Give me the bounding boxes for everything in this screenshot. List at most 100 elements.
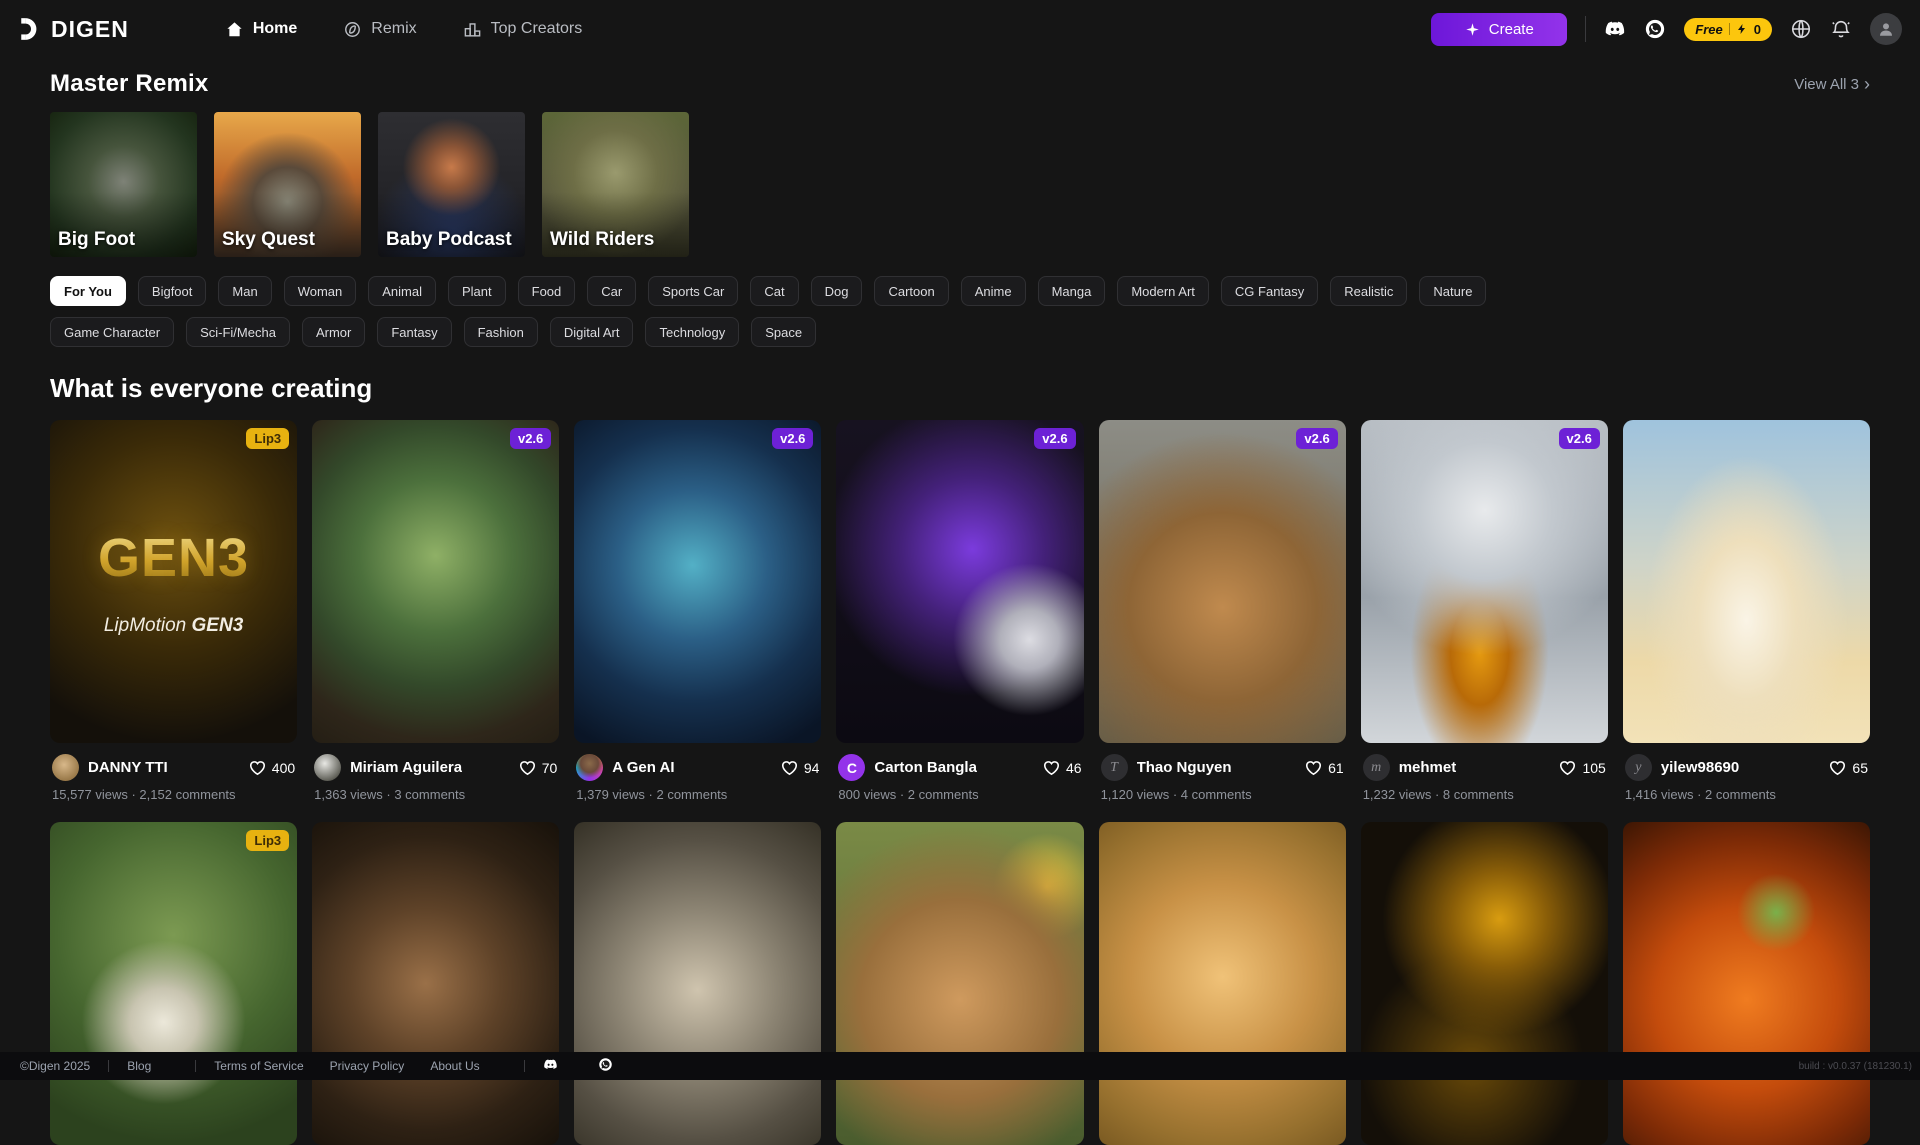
main-nav: Home Remix Top Creators	[225, 20, 582, 39]
creation-feed-row-1: Lip3 GEN3 LipMotion GEN3 DANNY TTI 400 1…	[0, 420, 1920, 1145]
creator-avatar[interactable]: m	[1363, 754, 1390, 781]
footer-link-privacy[interactable]: Privacy Policy	[330, 1059, 405, 1073]
notifications-button[interactable]	[1830, 18, 1852, 40]
master-remix-card-baby-podcast[interactable]: Baby Podcast	[378, 112, 525, 257]
filter-chip-game-character[interactable]: Game Character	[50, 317, 174, 347]
creator-avatar[interactable]	[576, 754, 603, 781]
filter-chip-man[interactable]: Man	[218, 276, 271, 306]
filter-chip-fashion[interactable]: Fashion	[464, 317, 538, 347]
like-count[interactable]: 65	[1828, 758, 1868, 777]
nav-top-creators-label: Top Creators	[491, 20, 583, 38]
creator-name[interactable]: A Gen AI	[612, 759, 674, 776]
filter-chip-food[interactable]: Food	[518, 276, 576, 306]
filter-chip-modern-art[interactable]: Modern Art	[1117, 276, 1209, 306]
language-button[interactable]	[1790, 18, 1812, 40]
filter-chip-realistic[interactable]: Realistic	[1330, 276, 1407, 306]
nav-remix[interactable]: Remix	[343, 20, 416, 39]
build-version-text: build : v0.0.37 (181230.1)	[1799, 1061, 1912, 1072]
creator-avatar[interactable]: C	[838, 754, 865, 781]
creator-name[interactable]: mehmet	[1399, 759, 1457, 776]
digen-logo[interactable]: DIGEN	[18, 16, 129, 43]
filter-chip-space[interactable]: Space	[751, 317, 816, 347]
feed-thumbnail[interactable]	[312, 822, 559, 1145]
view-comment-stats: 800 views · 2 comments	[836, 787, 1083, 802]
creator-name[interactable]: yilew98690	[1661, 759, 1739, 776]
header-divider	[1585, 16, 1586, 42]
feed-thumbnail[interactable]: v2.6	[574, 420, 821, 743]
feed-thumbnail[interactable]: Lip3 GEN3 LipMotion GEN3	[50, 420, 297, 743]
nav-home[interactable]: Home	[225, 20, 297, 39]
footer-discord-link[interactable]	[543, 1057, 558, 1075]
filter-chip-nature[interactable]: Nature	[1419, 276, 1486, 306]
filter-chip-plant[interactable]: Plant	[448, 276, 506, 306]
filter-chip-dog[interactable]: Dog	[811, 276, 863, 306]
creator-avatar[interactable]: T	[1101, 754, 1128, 781]
feed-thumbnail[interactable]	[574, 822, 821, 1145]
footer-link-about[interactable]: About Us	[430, 1059, 479, 1073]
filter-chip-cartoon[interactable]: Cartoon	[874, 276, 948, 306]
feed-thumbnail[interactable]: Lip3	[50, 822, 297, 1145]
feed-card: Lip3	[50, 822, 297, 1145]
filter-chip-technology[interactable]: Technology	[645, 317, 739, 347]
filter-chip-digital-art[interactable]: Digital Art	[550, 317, 634, 347]
version-badge: v2.6	[1296, 428, 1337, 449]
creator-name[interactable]: Thao Nguyen	[1137, 759, 1232, 776]
footer-whatsapp-link[interactable]	[598, 1057, 613, 1075]
creator-name[interactable]: Miriam Aguilera	[350, 759, 462, 776]
footer-link-blog[interactable]: Blog	[127, 1059, 151, 1073]
like-count[interactable]: 61	[1304, 758, 1344, 777]
remix-icon	[343, 20, 362, 39]
filter-chip-woman[interactable]: Woman	[284, 276, 357, 306]
creator-avatar[interactable]	[314, 754, 341, 781]
footer-link-terms[interactable]: Terms of Service	[214, 1059, 303, 1073]
filter-chip-for-you[interactable]: For You	[50, 276, 126, 306]
whatsapp-button[interactable]	[1644, 18, 1666, 40]
feed-card	[1623, 822, 1870, 1145]
filter-chip-cg-fantasy[interactable]: CG Fantasy	[1221, 276, 1318, 306]
feed-thumbnail[interactable]	[1623, 420, 1870, 743]
create-button-label: Create	[1489, 21, 1534, 38]
master-remix-card-big-foot[interactable]: Big Foot	[50, 112, 197, 257]
like-count[interactable]: 46	[1042, 758, 1082, 777]
credits-badge[interactable]: Free 0	[1684, 18, 1772, 41]
heart-icon	[248, 758, 267, 777]
feed-thumbnail[interactable]	[1099, 822, 1346, 1145]
like-count-value: 105	[1582, 760, 1605, 776]
filter-chip-anime[interactable]: Anime	[961, 276, 1026, 306]
feed-thumbnail[interactable]: v2.6	[836, 420, 1083, 743]
feed-thumbnail[interactable]: v2.6	[312, 420, 559, 743]
filter-chip-fantasy[interactable]: Fantasy	[377, 317, 451, 347]
master-remix-card-wild-riders[interactable]: Wild Riders	[542, 112, 689, 257]
like-count[interactable]: 94	[780, 758, 820, 777]
feed-thumbnail[interactable]	[1623, 822, 1870, 1145]
filter-chip-cat[interactable]: Cat	[750, 276, 798, 306]
create-button[interactable]: Create	[1431, 13, 1567, 46]
creator-avatar[interactable]	[52, 754, 79, 781]
filter-chip-armor[interactable]: Armor	[302, 317, 365, 347]
like-count[interactable]: 70	[518, 758, 558, 777]
feed-thumbnail[interactable]: v2.6	[1099, 420, 1346, 743]
nav-top-creators[interactable]: Top Creators	[463, 20, 583, 39]
category-filter-bar: For You Bigfoot Man Woman Animal Plant F…	[0, 276, 1560, 347]
view-all-link[interactable]: View All 3 ›	[1794, 75, 1870, 93]
filter-chip-sports-car[interactable]: Sports Car	[648, 276, 738, 306]
filter-chip-bigfoot[interactable]: Bigfoot	[138, 276, 206, 306]
creator-name[interactable]: DANNY TTI	[88, 759, 168, 776]
feed-card: v2.6 Miriam Aguilera 70 1,363 views · 3 …	[312, 420, 559, 802]
profile-avatar-button[interactable]	[1870, 13, 1902, 45]
filter-chip-animal[interactable]: Animal	[368, 276, 436, 306]
filter-chip-sci-fi-mecha[interactable]: Sci-Fi/Mecha	[186, 317, 290, 347]
feed-thumbnail[interactable]: v2.6	[1361, 420, 1608, 743]
discord-button[interactable]	[1604, 18, 1626, 40]
globe-icon	[1790, 18, 1812, 40]
filter-chip-car[interactable]: Car	[587, 276, 636, 306]
master-remix-card-sky-quest[interactable]: Sky Quest	[214, 112, 361, 257]
creator-name[interactable]: Carton Bangla	[874, 759, 977, 776]
like-count[interactable]: 105	[1558, 758, 1605, 777]
feed-thumbnail[interactable]	[1361, 822, 1608, 1145]
creator-avatar[interactable]: y	[1625, 754, 1652, 781]
like-count[interactable]: 400	[248, 758, 295, 777]
filter-chip-manga[interactable]: Manga	[1038, 276, 1106, 306]
feed-thumbnail[interactable]	[836, 822, 1083, 1145]
lip3-badge: Lip3	[246, 428, 289, 449]
